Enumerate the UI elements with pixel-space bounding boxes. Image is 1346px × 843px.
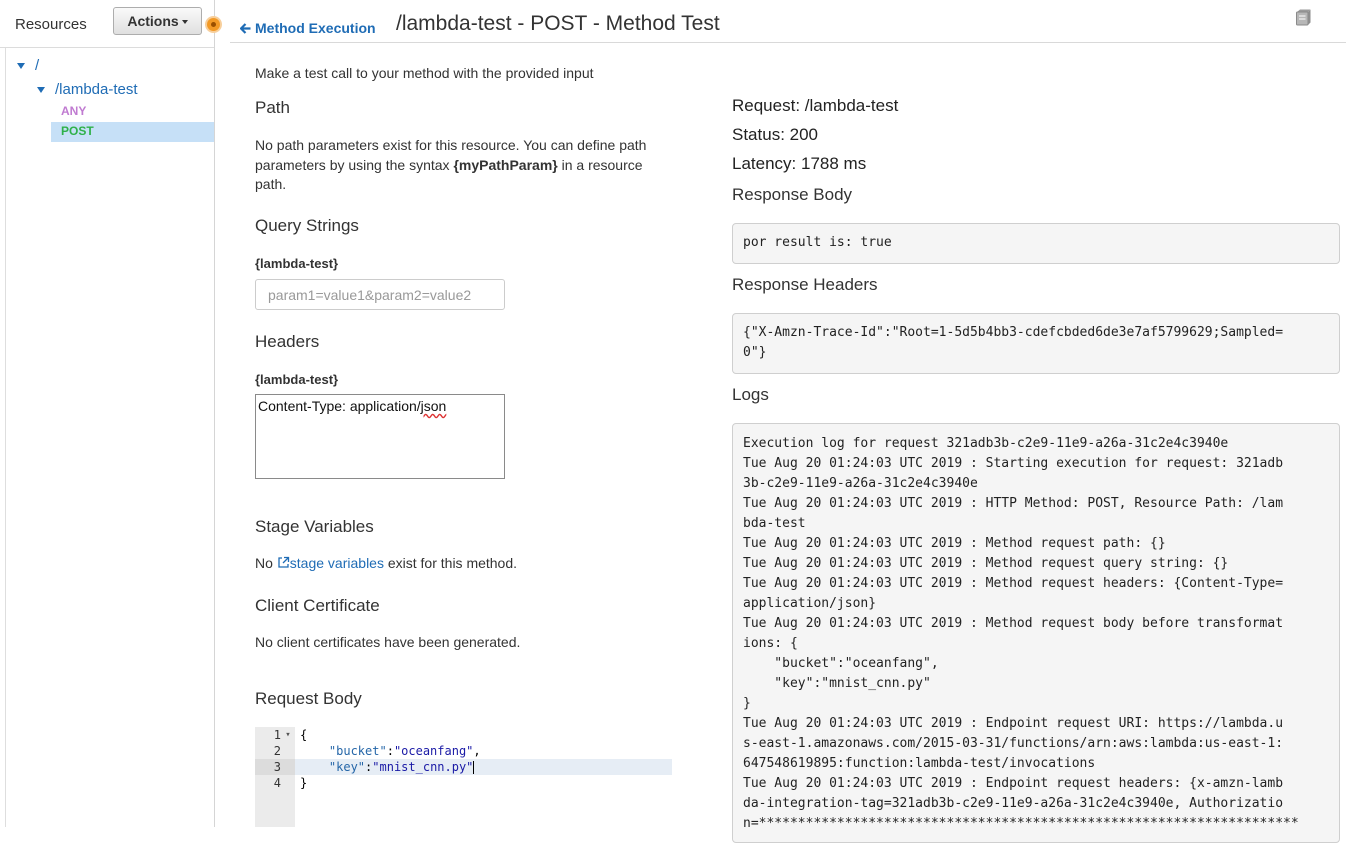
headers-value-spellcheck: json: [420, 398, 447, 414]
headers-textarea[interactable]: Content-Type: application/json: [255, 394, 505, 479]
pane-resize-handle[interactable]: [207, 18, 220, 31]
request-body-editor[interactable]: 1 ▾ { 2 "bucket":"oceanfang", 3 "key":"mni…: [255, 727, 672, 827]
intro-text: Make a test call to your method with the…: [255, 65, 594, 81]
method-any-label[interactable]: ANY: [61, 104, 86, 118]
query-strings-heading: Query Strings: [255, 216, 359, 235]
logs-heading: Logs: [732, 385, 769, 404]
client-certificate-heading: Client Certificate: [255, 596, 380, 615]
status-result: Status: 200: [732, 125, 819, 144]
triangle-down-icon[interactable]: [37, 86, 45, 93]
stage-variables-heading: Stage Variables: [255, 517, 374, 536]
code-line-3[interactable]: 3 "key":"mnist_cnn.py": [255, 759, 475, 775]
request-path-result: Request: /lambda-test: [732, 96, 899, 115]
line-number: 4: [273, 776, 281, 790]
response-headers-box: {"X-Amzn-Trace-Id":"Root=1-5d5b4bb3-cdef…: [732, 313, 1340, 374]
code-line-2[interactable]: 2 "bucket":"oceanfang",: [255, 743, 481, 759]
query-strings-label: {lambda-test}: [255, 256, 339, 271]
query-strings-input[interactable]: [255, 279, 505, 310]
tree-item-post[interactable]: POST: [61, 124, 94, 138]
page-title: /lambda-test - POST - Method Test: [396, 12, 720, 35]
resources-pane: Resources Actions / /lambda-test ANY POS…: [0, 0, 215, 827]
stage-variables-link[interactable]: stage variables: [290, 555, 384, 571]
actions-button[interactable]: Actions: [113, 7, 202, 35]
code-text: {: [300, 728, 308, 742]
json-value: "oceanfang": [393, 744, 474, 758]
method-post-label[interactable]: POST: [61, 124, 94, 138]
latency-result: Latency: 1788 ms: [732, 154, 867, 173]
fold-arrow-icon[interactable]: ▾: [281, 730, 295, 740]
tree-root-label[interactable]: /: [35, 57, 39, 74]
path-description: No path parameters exist for this resour…: [255, 136, 665, 195]
tree-item-lambda-test[interactable]: /lambda-test: [37, 81, 138, 98]
code-line-1[interactable]: 1 ▾ {: [255, 727, 307, 743]
request-body-heading: Request Body: [255, 689, 362, 708]
text-cursor: [473, 761, 475, 774]
code-line-4[interactable]: 4}: [255, 775, 307, 791]
json-key: "bucket": [328, 744, 387, 758]
resources-title: Resources: [15, 16, 87, 33]
actions-label: Actions: [127, 13, 179, 29]
tree-guide-line: [5, 48, 6, 827]
external-link-icon[interactable]: [277, 556, 290, 569]
tree-resource-label[interactable]: /lambda-test: [55, 81, 138, 98]
response-body-heading: Response Body: [732, 185, 853, 204]
json-key: "key": [328, 760, 366, 774]
response-body-box: por result is: true: [732, 223, 1340, 264]
headers-value: Content-Type: application/: [258, 398, 421, 414]
headers-label: {lambda-test}: [255, 372, 339, 387]
stage-variables-text: No stage variables exist for this method…: [255, 554, 517, 574]
headers-heading: Headers: [255, 332, 320, 351]
client-certificate-text: No client certificates have been generat…: [255, 634, 521, 650]
stage-variables-after: exist for this method.: [383, 555, 518, 571]
path-syntax: {myPathParam}: [453, 156, 558, 173]
pane-divider: [0, 47, 214, 48]
line-number: 2: [273, 744, 281, 758]
stage-variables-before: No: [255, 555, 277, 571]
header-divider: [230, 42, 1346, 43]
code-text: }: [300, 776, 308, 790]
method-execution-link[interactable]: Method Execution: [240, 20, 376, 36]
path-heading: Path: [255, 98, 290, 117]
arrow-left-icon: [240, 22, 251, 34]
response-headers-heading: Response Headers: [732, 275, 878, 294]
book-icon[interactable]: [1294, 8, 1312, 26]
tree-item-any[interactable]: ANY: [61, 104, 86, 118]
triangle-down-icon[interactable]: [17, 62, 25, 69]
line-number: 1: [273, 728, 281, 742]
method-execution-label[interactable]: Method Execution: [255, 20, 376, 36]
caret-down-icon: [181, 20, 188, 24]
json-comma: ,: [473, 744, 481, 758]
json-value: "mnist_cnn.py": [372, 760, 474, 774]
tree-item-root[interactable]: /: [17, 57, 39, 74]
line-number: 3: [273, 760, 281, 774]
logs-box[interactable]: Execution log for request 321adb3b-c2e9-…: [732, 423, 1340, 843]
